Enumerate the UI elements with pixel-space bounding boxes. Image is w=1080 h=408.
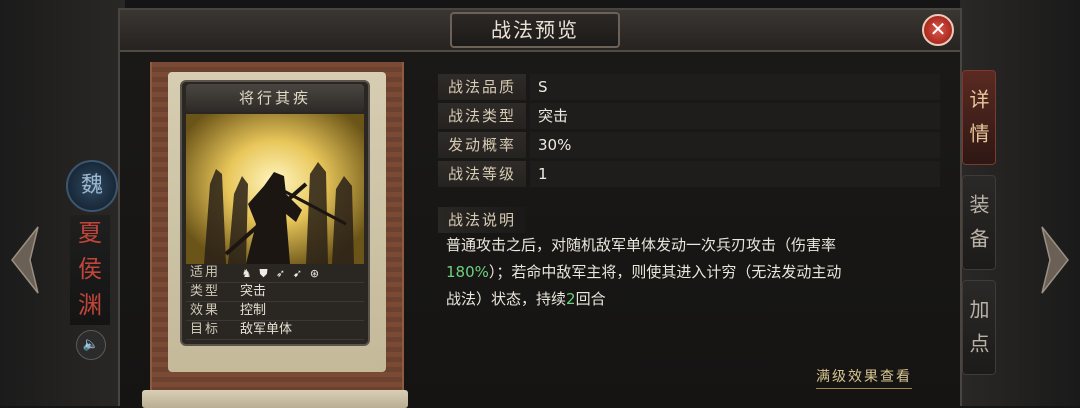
next-arrow-icon[interactable] xyxy=(1038,225,1072,295)
card-row-effect: 效果 控制 xyxy=(186,302,364,321)
card-type-value: 突击 xyxy=(240,284,267,299)
scroll-roller xyxy=(142,390,408,408)
dialog-body: 将行其疾 适用 ♞ ⛊ ➶ ➹ ⊛ 类型 突击 效果 控制 目标 敌军单体 战法… xyxy=(120,52,960,408)
siege-icon: ⊛ xyxy=(309,266,320,280)
attr-value: 30% xyxy=(530,132,940,158)
attr-label: 战法品质 xyxy=(438,74,526,100)
card-row-type: 类型 突击 xyxy=(186,283,364,302)
attr-value: 1 xyxy=(530,161,940,187)
card-effect-label: 效果 xyxy=(190,303,221,318)
card-target-value: 敌军单体 xyxy=(240,322,293,337)
max-level-effect-link[interactable]: 满级效果查看 xyxy=(816,366,912,389)
card-effect-value: 控制 xyxy=(240,303,267,318)
description-text: ）；若命中敌军主将，则使其进入计穷（无法发动主动 xyxy=(488,263,842,281)
damage-rate-value: 180% xyxy=(446,263,489,281)
tab-details[interactable]: 详情 xyxy=(962,70,996,165)
sound-button[interactable]: 🔈 xyxy=(76,330,106,360)
skill-card-title: 将行其疾 xyxy=(186,84,364,112)
close-button[interactable]: ✕ xyxy=(922,14,954,46)
speaker-icon: 🔈 xyxy=(82,337,100,352)
hero-name-char: 侯 xyxy=(78,255,102,283)
attr-row-probability: 发动概率 30% xyxy=(438,132,940,158)
card-suitable-label: 适用 xyxy=(190,265,221,280)
attr-row-level: 战法等级 1 xyxy=(438,161,940,187)
attr-row-type: 战法类型 突击 xyxy=(438,103,940,129)
faction-badge: 魏 xyxy=(66,160,118,212)
tab-points[interactable]: 加点 xyxy=(962,280,996,375)
card-row-target: 目标 敌军单体 xyxy=(186,321,364,340)
hero-name-char: 渊 xyxy=(78,291,102,319)
attr-label: 战法类型 xyxy=(438,103,526,129)
spear-icon: ➹ xyxy=(292,266,303,280)
attr-label: 战法等级 xyxy=(438,161,526,187)
dialog-header: 战法预览 ✕ xyxy=(120,10,960,52)
attr-value: S xyxy=(530,74,940,100)
cavalry-icon: ♞ xyxy=(241,266,252,280)
card-type-label: 类型 xyxy=(190,284,221,299)
card-target-label: 目标 xyxy=(190,322,221,337)
attr-label: 发动概率 xyxy=(438,132,526,158)
skill-description: 普通攻击之后，对随机敌军单体发动一次兵刃攻击（伤害率 180%）；若命中敌军主将… xyxy=(446,232,936,313)
close-icon: ✕ xyxy=(929,17,947,41)
skill-card-artwork xyxy=(186,114,364,264)
skill-preview-dialog: 战法预览 ✕ 将行其疾 适用 ♞ ⛊ ➶ ➹ ⊛ 类型 突击 效果 控制 目标 … xyxy=(118,8,962,408)
attr-value: 突击 xyxy=(530,103,940,129)
bow-icon: ➶ xyxy=(275,266,286,280)
card-row-suitable: 适用 ♞ ⛊ ➶ ➹ ⊛ xyxy=(186,264,364,283)
hero-name: 夏 侯 渊 xyxy=(70,215,110,325)
dialog-title: 战法预览 xyxy=(450,12,620,48)
skill-card-info: 适用 ♞ ⛊ ➶ ➹ ⊛ 类型 突击 效果 控制 目标 敌军单体 xyxy=(186,264,364,340)
description-text: 普通攻击之后，对随机敌军单体发动一次兵刃攻击（伤害率 xyxy=(446,236,837,254)
prev-arrow-icon[interactable] xyxy=(8,225,42,295)
description-text: 回合 xyxy=(575,290,606,308)
description-label: 战法说明 xyxy=(438,207,526,233)
skill-card: 将行其疾 适用 ♞ ⛊ ➶ ➹ ⊛ 类型 突击 效果 控制 目标 敌军单体 xyxy=(180,80,370,346)
shield-icon: ⛊ xyxy=(259,266,268,280)
description-text: 战法）状态，持续 xyxy=(446,290,567,308)
duration-value: 2 xyxy=(566,290,576,308)
tab-equipment[interactable]: 装备 xyxy=(962,175,996,270)
hero-name-char: 夏 xyxy=(78,219,102,247)
attr-row-quality: 战法品质 S xyxy=(438,74,940,100)
